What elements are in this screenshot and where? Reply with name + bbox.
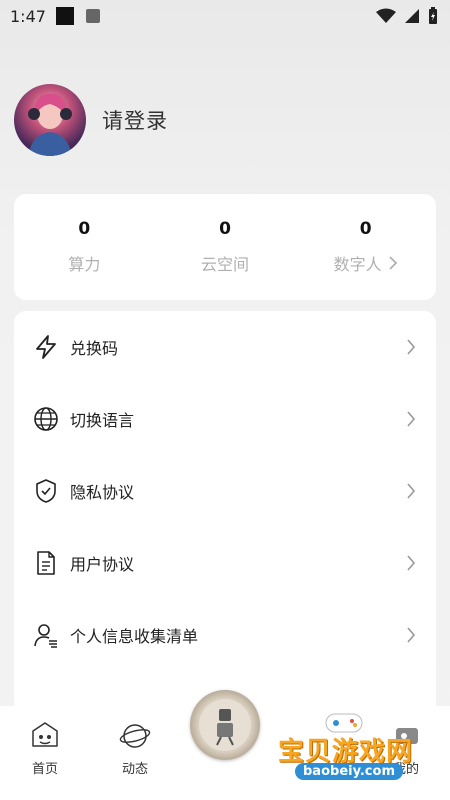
menu-label: 个人信息收集清单 <box>70 627 199 646</box>
globe-icon <box>32 405 60 433</box>
stat-value: 0 <box>78 219 91 239</box>
stat-label: 算力 <box>68 255 101 274</box>
tab-home[interactable]: 首页 <box>10 720 80 777</box>
menu-label: 兑换码 <box>70 339 119 358</box>
stat-digital-human[interactable]: 0 数字人 <box>295 194 436 300</box>
notification-icon <box>55 7 74 25</box>
chevron-right-icon <box>407 483 416 499</box>
menu-item-switch-language[interactable]: 切换语言 <box>14 383 436 455</box>
stats-card: 0 算力 0 云空间 0 数字人 <box>14 194 436 300</box>
signal-icon <box>405 9 419 23</box>
chevron-right-icon <box>407 627 416 643</box>
menu-item-user-agreement[interactable]: 用户协议 <box>14 527 436 599</box>
stat-label: 数字人 <box>334 251 398 275</box>
menu-item-redeem-code[interactable]: 兑换码 <box>14 311 436 383</box>
watermark-url: baobeiy.com <box>295 763 403 780</box>
shield-check-icon <box>32 477 60 505</box>
robot-icon <box>199 699 251 751</box>
chevron-right-icon <box>407 411 416 427</box>
app-notification-icon <box>85 9 100 23</box>
menu-label: 用户协议 <box>70 555 135 574</box>
center-action-button[interactable] <box>190 690 260 760</box>
menu-item-personal-info-list[interactable]: 个人信息收集清单 <box>14 599 436 671</box>
battery-icon <box>429 7 437 24</box>
login-prompt[interactable]: 请登录 <box>102 105 168 135</box>
chevron-right-icon <box>389 256 397 270</box>
menu-list: 兑换码 切换语言 隐私协议 用户协议 个人信息收集清单 <box>14 311 436 731</box>
watermark: 宝贝游戏网 baobeiy.com <box>272 706 447 796</box>
avatar[interactable] <box>14 84 86 156</box>
lightning-icon <box>32 333 60 361</box>
stat-label: 云空间 <box>201 255 250 274</box>
tab-feed[interactable]: 动态 <box>100 720 170 777</box>
document-icon <box>32 549 60 577</box>
planet-icon <box>119 724 151 748</box>
status-time: 1:47 <box>10 6 46 26</box>
stat-value: 0 <box>219 219 231 239</box>
home-robot-icon <box>32 722 58 747</box>
wifi-icon <box>376 8 396 23</box>
stat-value: 0 <box>359 219 372 239</box>
user-list-icon <box>32 621 60 649</box>
menu-label: 隐私协议 <box>70 483 135 502</box>
status-bar: 1:47 <box>0 0 450 32</box>
tab-label: 首页 <box>31 762 58 777</box>
tab-label: 动态 <box>121 762 148 777</box>
menu-label: 切换语言 <box>70 411 135 430</box>
menu-item-privacy-policy[interactable]: 隐私协议 <box>14 455 436 527</box>
stat-cloud-space[interactable]: 0 云空间 <box>155 194 296 300</box>
chevron-right-icon <box>407 339 416 355</box>
status-icons <box>376 7 438 25</box>
stat-compute[interactable]: 0 算力 <box>14 194 155 300</box>
profile-header[interactable]: 请登录 <box>14 84 168 156</box>
chevron-right-icon <box>407 555 416 571</box>
